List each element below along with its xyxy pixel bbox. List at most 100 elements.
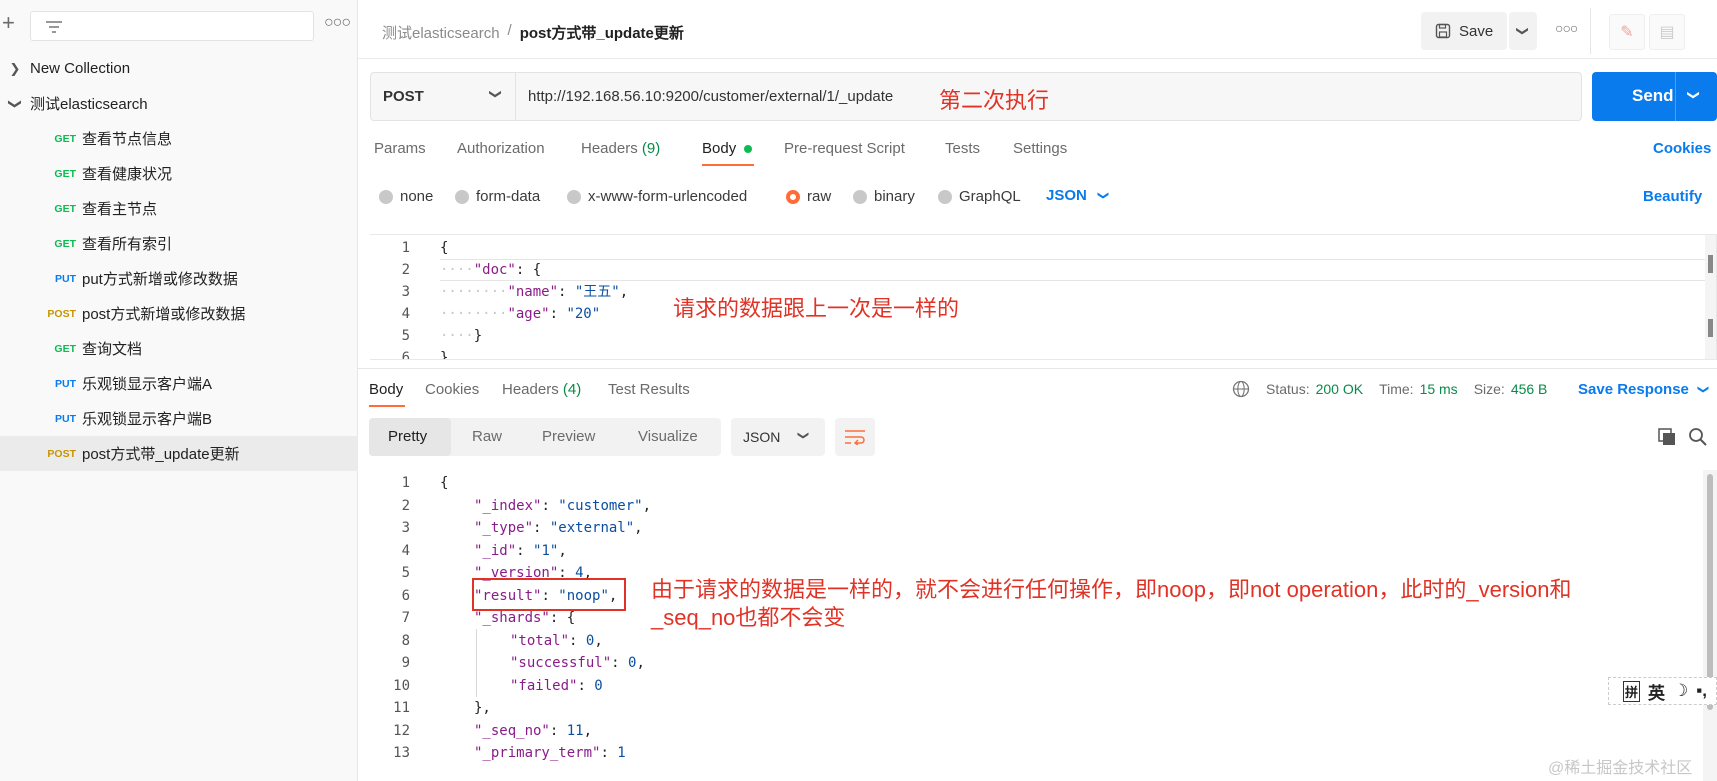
response-divider [358,368,1717,369]
scrollbar-thumb [1708,255,1713,273]
request-item-selected[interactable]: POST post方式带_update更新 [0,436,358,471]
line-number: 5 [401,328,410,344]
status-value[interactable]: 200 OK [1316,381,1363,397]
ime-toolbar[interactable]: 拼 英 ☽ ▪, [1608,677,1717,705]
request-item[interactable]: PUT 乐观锁显示客户端A [0,366,358,401]
request-item[interactable]: POST post方式新增或修改数据 [0,296,358,331]
line-number: 2 [401,497,410,514]
save-dropdown-button[interactable]: ❯ [1509,12,1537,50]
tab-params[interactable]: Params [374,140,426,157]
tab-headers[interactable]: Headers (9) [581,140,660,157]
request-item[interactable]: PUT 乐观锁显示客户端B [0,401,358,436]
tab-authorization[interactable]: Authorization [457,140,545,157]
breadcrumb-parent[interactable]: 测试elasticsearch [382,22,500,43]
collection-elasticsearch[interactable]: ❯ 测试elasticsearch [0,86,358,121]
request-label: put方式新增或修改数据 [82,271,238,288]
line-number: 6 [401,350,410,360]
request-body-annotation: 请求的数据跟上一次是一样的 [673,296,960,321]
globe-icon[interactable] [1232,380,1250,398]
ime-pinyin-label[interactable]: 拼 [1623,680,1641,702]
search-icon[interactable] [1688,427,1708,447]
response-body-viewer[interactable]: 1 2 3 4 5 6 7 8 9 10 11 12 13 { "_index"… [370,470,1717,781]
document-icon[interactable]: ▤ [1649,14,1685,50]
view-tab-pretty[interactable]: Pretty [369,418,451,456]
tab-tests[interactable]: Tests [945,140,980,157]
response-tab-headers[interactable]: Headers (4) [502,381,581,398]
radio-form-data[interactable]: form-data [455,188,540,205]
tab-body[interactable]: Body [702,140,753,157]
filter-icon [46,21,62,33]
code-line: "_shards": { [474,610,576,626]
request-item[interactable]: PUT put方式新增或修改数据 [0,261,358,296]
size-value[interactable]: 456 B [1511,381,1548,397]
breadcrumb-current: post方式带_update更新 [519,25,684,42]
code-line: }, [474,700,491,716]
radio-dot [853,189,867,204]
editor-scrollbar[interactable] [1705,235,1716,359]
moon-icon[interactable]: ☽ [1673,681,1688,701]
punctuation-icon[interactable]: ▪, [1696,681,1707,701]
collection-new[interactable]: ❯ New Collection [0,51,358,86]
more-options-icon[interactable]: ○○○ [1555,20,1578,36]
tab-pre-request-script[interactable]: Pre-request Script [784,140,905,157]
beautify-button[interactable]: Beautify [1643,188,1702,205]
wrap-lines-button[interactable] [835,418,875,456]
method-badge: GET [54,132,76,145]
tab-headers-count: (9) [641,140,661,157]
response-meta: Status: 200 OK Time: 15 ms Size: 456 B [1266,381,1547,397]
radio-binary[interactable]: binary [853,188,915,205]
request-body-editor[interactable]: 1 2 3 4 5 6 { ····"doc": { ········"name… [370,234,1717,360]
time-value[interactable]: 15 ms [1420,381,1458,397]
tab-settings[interactable]: Settings [1013,140,1067,157]
json-key: "successful" [510,655,612,671]
tab-headers-label: Headers [581,140,638,157]
radio-graphql[interactable]: GraphQL [938,188,1021,205]
ime-english-label[interactable]: 英 [1648,679,1665,704]
url-bar: POST ❯ http://192.168.56.10:9200/custome… [370,72,1582,121]
view-tab-preview[interactable]: Preview [542,428,595,445]
save-button[interactable]: Save [1421,12,1507,50]
radio-urlencoded[interactable]: x-www-form-urlencoded [567,188,747,205]
json-key: "_primary_term" [474,745,601,761]
chevron-down-icon[interactable]: ❯ [1687,90,1701,100]
save-response-button[interactable]: Save Response ❯ [1578,381,1709,398]
response-tab-cookies[interactable]: Cookies [425,381,479,398]
request-label: 查看节点信息 [82,131,173,148]
search-input[interactable] [30,11,314,41]
sidebar-more-icon[interactable]: ○○○ [324,14,351,32]
body-format-select[interactable]: JSON ❯ [1046,187,1109,204]
current-line-highlight [440,259,1716,281]
send-button[interactable]: Send ❯ [1592,72,1717,121]
request-item[interactable]: GET 查看健康状况 [0,156,358,191]
add-icon[interactable]: + [2,12,15,34]
response-annotation: 由于请求的数据是一样的，就不会进行任何操作，即noop，即not operati… [651,576,1572,632]
json-value: "王五" [574,284,620,300]
request-item[interactable]: GET 查看节点信息 [0,121,358,156]
url-input[interactable]: http://192.168.56.10:9200/customer/exter… [528,88,893,105]
view-tab-visualize[interactable]: Visualize [638,428,698,445]
view-tab-raw[interactable]: Raw [472,428,502,445]
response-scrollbar[interactable] [1703,470,1717,781]
edit-icon[interactable]: ✎ [1609,14,1645,50]
method-select[interactable]: POST ❯ [371,73,516,120]
line-number: 8 [401,632,410,649]
chevron-down-icon: ❯ [797,430,810,441]
radio-dot-selected [786,189,800,204]
code-line: { [440,475,449,491]
json-key: "_shards" [474,610,550,626]
cookies-link[interactable]: Cookies [1653,140,1711,157]
request-label: post方式新增或修改数据 [82,306,246,323]
save-icon [1435,23,1451,39]
request-item[interactable]: GET 查询文档 [0,331,358,366]
response-tab-body[interactable]: Body [369,381,403,398]
radio-raw[interactable]: raw [786,188,831,205]
view-format-value: JSON [743,429,781,445]
response-tab-test-results[interactable]: Test Results [608,381,690,398]
radio-none[interactable]: none [379,188,433,205]
copy-icon[interactable] [1657,427,1677,447]
right-toolbar: ✎ ▤ [1590,8,1712,54]
view-format-select[interactable]: JSON ❯ [731,418,825,456]
line-number: 4 [401,542,410,559]
request-item[interactable]: GET 查看所有索引 [0,226,358,261]
request-item[interactable]: GET 查看主节点 [0,191,358,226]
